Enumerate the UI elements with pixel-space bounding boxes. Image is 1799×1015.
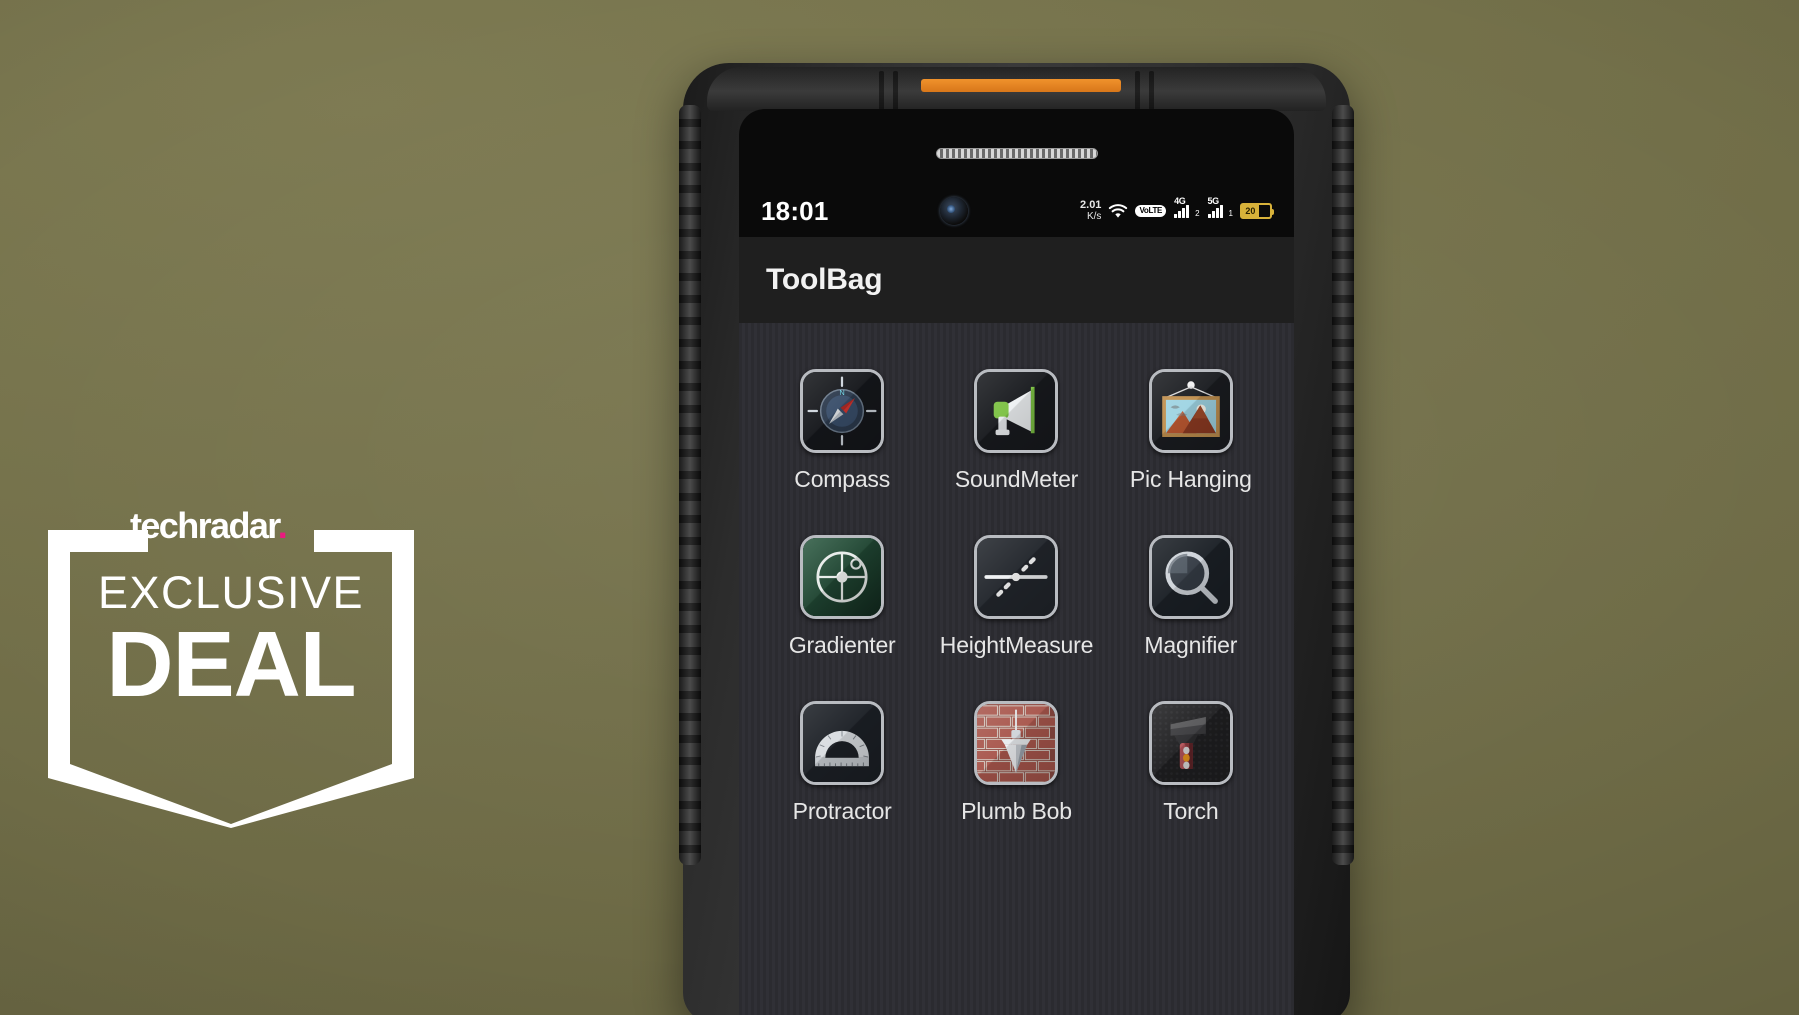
- volte-badge: VoLTE: [1135, 205, 1167, 217]
- promo-image-root: techradar. EXCLUSIVE DEAL 18:01 2.01 K/s…: [0, 0, 1799, 1015]
- tool-item-magnifier[interactable]: Magnifier: [1104, 535, 1278, 659]
- tool-item-protractor[interactable]: Protractor: [755, 701, 929, 825]
- exclusive-deal-badge: techradar. EXCLUSIVE DEAL: [44, 508, 418, 832]
- magnifier-icon: [1148, 535, 1233, 619]
- tool-item-pic-hanging[interactable]: Pic Hanging: [1104, 369, 1278, 493]
- sim2-signal-icon: 5G 1: [1207, 196, 1233, 218]
- tool-label: SoundMeter: [954, 466, 1079, 492]
- phone-screen[interactable]: 18:01 2.01 K/s VoLTE 4G 2 5G 1 20 ToolBa…: [739, 109, 1294, 1015]
- compass-icon: N: [800, 369, 885, 453]
- tool-item-torch[interactable]: Torch: [1104, 701, 1278, 825]
- tool-label: HeightMeasure: [939, 632, 1094, 658]
- earpiece-speaker-grille: [935, 148, 1098, 159]
- sim1-signal-icon: 4G 2: [1173, 196, 1200, 218]
- tool-label: Pic Hanging: [1129, 466, 1252, 492]
- status-bar: 18:01 2.01 K/s VoLTE 4G 2 5G 1 20: [739, 191, 1294, 231]
- tool-label: Plumb Bob: [961, 798, 1072, 824]
- sim2-slot-index: 1: [1228, 208, 1233, 218]
- height-measure-icon: [974, 535, 1059, 619]
- megaphone-icon: [974, 369, 1059, 453]
- app-content-area: N Compass SoundMeter Pic Hanging Gradien…: [739, 323, 1294, 1015]
- tool-label: Gradienter: [788, 632, 896, 658]
- tool-item-soundmeter[interactable]: SoundMeter: [929, 369, 1103, 493]
- tool-label: Protractor: [792, 798, 892, 824]
- tool-item-heightmeasure[interactable]: HeightMeasure: [929, 535, 1103, 659]
- flashlight-icon: [1148, 701, 1233, 785]
- phone-left-grip: [679, 105, 701, 865]
- status-bar-icons: 2.01 K/s VoLTE 4G 2 5G 1 20: [1080, 196, 1274, 223]
- phone-top-cap: [707, 67, 1326, 113]
- badge-exclusive-line: EXCLUSIVE: [97, 567, 365, 618]
- network-speed-value: 2.01: [1080, 199, 1102, 211]
- wifi-icon: [1109, 203, 1128, 218]
- tool-grid: N Compass SoundMeter Pic Hanging Gradien…: [739, 323, 1294, 825]
- app-title: ToolBag: [766, 263, 883, 296]
- tool-item-plumb-bob[interactable]: Plumb Bob: [929, 701, 1103, 825]
- tool-label: Torch: [1163, 798, 1219, 824]
- protractor-icon: [800, 701, 885, 785]
- tool-item-compass[interactable]: N Compass: [755, 369, 929, 493]
- phone-right-grip: [1332, 105, 1354, 865]
- bubble-level-icon: [800, 535, 885, 619]
- sim1-slot-index: 2: [1195, 208, 1200, 218]
- status-bar-clock: 18:01: [761, 195, 829, 226]
- front-camera-icon: [940, 197, 969, 225]
- svg-text:N: N: [839, 388, 844, 397]
- plumb-bob-icon: [974, 701, 1059, 785]
- battery-icon: 20: [1240, 203, 1274, 219]
- sim2-network-type: 5G: [1207, 195, 1220, 206]
- tool-item-gradienter[interactable]: Gradienter: [755, 535, 929, 659]
- phone-accent-stripe: [921, 79, 1121, 92]
- sim1-network-type: 4G: [1174, 195, 1186, 206]
- badge-text-block: EXCLUSIVE DEAL: [44, 567, 418, 716]
- tool-label: Compass: [794, 466, 891, 492]
- framed-picture-icon: [1148, 369, 1233, 453]
- badge-deal-line: DEAL: [106, 612, 356, 716]
- app-header: ToolBag: [739, 237, 1294, 323]
- network-speed-unit: K/s: [1086, 211, 1102, 222]
- battery-percent-label: 20: [1242, 205, 1259, 217]
- network-speed-indicator: 2.01 K/s: [1080, 199, 1102, 223]
- tool-label: Magnifier: [1144, 632, 1238, 658]
- rugged-phone: 18:01 2.01 K/s VoLTE 4G 2 5G 1 20 ToolBa…: [679, 63, 1354, 1015]
